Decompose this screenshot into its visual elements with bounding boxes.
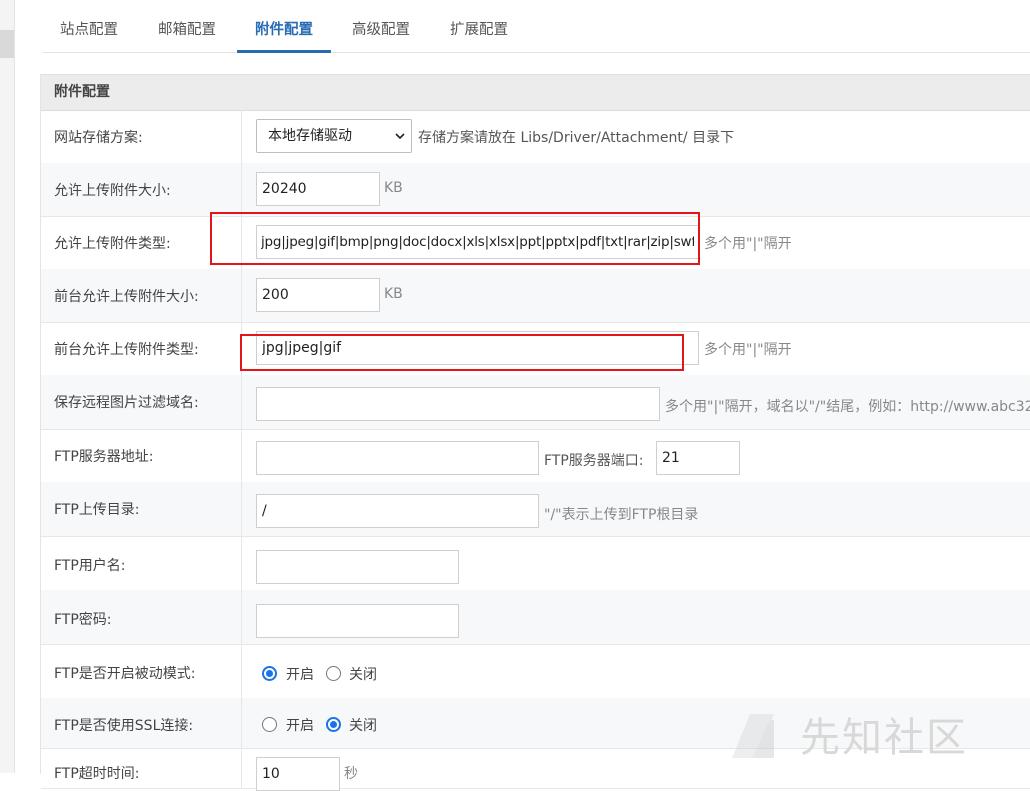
panel-header: 附件配置 <box>41 74 1030 111</box>
row-ftp-user: FTP用户名: <box>41 536 1030 591</box>
tab-label: 附件配置 <box>255 22 313 38</box>
row-front-upload-types: 前台允许上传附件类型: 多个用"|"隔开 <box>41 322 1030 376</box>
column-divider <box>241 163 242 216</box>
front-upload-size-input[interactable] <box>256 278 380 312</box>
storage-hint: 存储方案请放在 Libs/Driver/Attachment/ 目录下 <box>418 130 735 146</box>
row-upload-types: 允许上传附件类型: 多个用"|"隔开 <box>41 216 1030 270</box>
ftp-passive-on-label: 开启 <box>286 667 314 683</box>
tab-attachment-config[interactable]: 附件配置 <box>237 0 331 53</box>
row-ftp-password: FTP密码: <box>41 590 1030 645</box>
ftp-user-input[interactable] <box>256 550 459 584</box>
ftp-timeout-unit: 秒 <box>344 766 358 782</box>
ftp-port-label: FTP服务器端口: <box>544 453 644 469</box>
tab-label: 站点配置 <box>60 22 118 38</box>
tab-extension-config[interactable]: 扩展配置 <box>450 0 508 52</box>
column-divider <box>241 269 242 322</box>
front-upload-types-hint: 多个用"|"隔开 <box>704 342 792 358</box>
ftp-password-label: FTP密码: <box>54 612 112 628</box>
ftp-ssl-on-radio[interactable] <box>262 717 277 732</box>
watermark-logo-icon <box>732 714 774 758</box>
row-ftp-ssl: FTP是否使用SSL连接: 开启 关闭 <box>41 698 1030 749</box>
ftp-host-label: FTP服务器地址: <box>54 449 154 465</box>
row-upload-size: 允许上传附件大小: KB <box>41 163 1030 217</box>
tab-site-config[interactable]: 站点配置 <box>60 0 118 52</box>
storage-select[interactable]: 本地存储驱动 <box>256 119 412 153</box>
remote-filter-hint: 多个用"|"隔开，域名以"/"结尾，例如：http://www.abc32 <box>665 399 1030 415</box>
column-divider <box>241 644 242 698</box>
tab-advanced-config[interactable]: 高级配置 <box>352 0 410 52</box>
ftp-timeout-input[interactable] <box>256 757 340 791</box>
tab-label: 扩展配置 <box>450 22 508 38</box>
row-front-upload-size: 前台允许上传附件大小: KB <box>41 269 1030 323</box>
tab-mail-config[interactable]: 邮箱配置 <box>158 0 216 52</box>
upload-types-hint: 多个用"|"隔开 <box>704 236 792 252</box>
row-storage: 网站存储方案: 本地存储驱动 存储方案请放在 Libs/Driver/Attac… <box>41 110 1030 164</box>
column-divider <box>241 322 242 375</box>
row-ftp-passive: FTP是否开启被动模式: 开启 关闭 <box>41 644 1030 699</box>
column-divider <box>241 216 242 269</box>
remote-filter-label: 保存远程图片过滤域名: <box>54 395 199 411</box>
column-divider <box>241 698 242 748</box>
ftp-dir-input[interactable] <box>256 494 539 528</box>
upload-types-label: 允许上传附件类型: <box>54 236 171 252</box>
front-upload-size-label: 前台允许上传附件大小: <box>54 289 199 305</box>
ftp-dir-label: FTP上传目录: <box>54 502 140 518</box>
front-upload-size-unit: KB <box>384 286 403 302</box>
upload-size-label: 允许上传附件大小: <box>54 183 171 199</box>
column-divider <box>241 536 242 590</box>
column-divider <box>241 429 242 482</box>
column-divider <box>241 110 242 163</box>
ftp-dir-hint: "/"表示上传到FTP根目录 <box>544 507 699 523</box>
section-title: 附件配置 <box>54 84 110 100</box>
row-ftp-host: FTP服务器地址: FTP服务器端口: <box>41 429 1030 483</box>
ftp-ssl-off-label: 关闭 <box>349 718 377 734</box>
ftp-ssl-off-radio[interactable] <box>326 717 341 732</box>
row-ftp-timeout: FTP超时时间: 秒 <box>41 748 1030 791</box>
upload-size-input[interactable] <box>256 172 380 206</box>
remote-filter-input[interactable] <box>256 387 660 421</box>
upload-size-unit: KB <box>384 180 403 196</box>
tab-label: 高级配置 <box>352 22 410 38</box>
upload-types-input[interactable] <box>256 225 699 259</box>
storage-selected-value: 本地存储驱动 <box>268 128 352 144</box>
ftp-password-input[interactable] <box>256 604 459 638</box>
config-tabs: 站点配置 邮箱配置 附件配置 高级配置 扩展配置 <box>42 0 1030 53</box>
ftp-passive-off-radio[interactable] <box>326 666 341 681</box>
ftp-ssl-on-label: 开启 <box>286 718 314 734</box>
ftp-user-label: FTP用户名: <box>54 558 126 574</box>
ftp-port-input[interactable] <box>656 441 740 475</box>
column-divider <box>241 748 242 788</box>
ftp-timeout-label: FTP超时时间: <box>54 766 140 782</box>
tab-label: 邮箱配置 <box>158 22 216 38</box>
sidebar-marker <box>0 30 14 58</box>
row-ftp-dir: FTP上传目录: "/"表示上传到FTP根目录 <box>41 482 1030 537</box>
ftp-ssl-label: FTP是否使用SSL连接: <box>54 718 194 734</box>
attachment-config-panel: 附件配置 网站存储方案: 本地存储驱动 存储方案请放在 Libs/Driver/… <box>40 74 1030 791</box>
ftp-passive-off-label: 关闭 <box>349 667 377 683</box>
ftp-host-input[interactable] <box>256 441 539 475</box>
front-upload-types-input[interactable] <box>256 331 699 365</box>
left-sidebar-edge <box>0 0 15 773</box>
column-divider <box>241 482 242 536</box>
ftp-passive-label: FTP是否开启被动模式: <box>54 666 196 682</box>
storage-label: 网站存储方案: <box>54 130 143 146</box>
column-divider <box>241 375 242 429</box>
chevron-down-icon <box>395 133 405 140</box>
row-remote-filter: 保存远程图片过滤域名: 多个用"|"隔开，域名以"/"结尾，例如：http://… <box>41 375 1030 430</box>
active-tab-indicator <box>237 50 331 53</box>
ftp-passive-on-radio[interactable] <box>262 666 277 681</box>
front-upload-types-label: 前台允许上传附件类型: <box>54 342 199 358</box>
column-divider <box>241 590 242 644</box>
